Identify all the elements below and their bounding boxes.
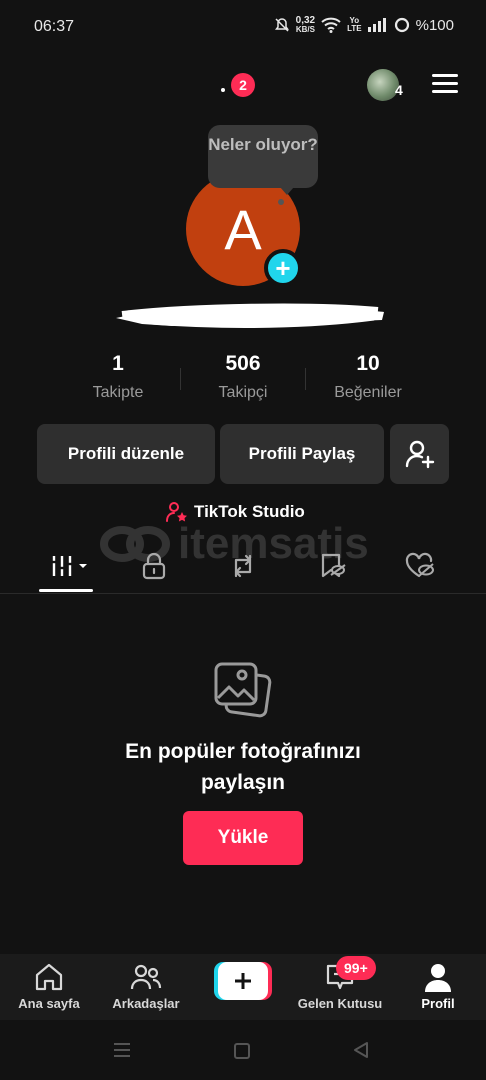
content-tabs (0, 546, 486, 594)
status-time: 06:37 (34, 18, 75, 35)
notification-dot (221, 88, 225, 92)
create-button[interactable] (214, 962, 272, 1000)
battery-icon (394, 17, 409, 33)
signal-icon (367, 18, 386, 32)
tab-favorites[interactable] (312, 550, 352, 582)
empty-state-line2: paylaşın (200, 771, 286, 794)
following-count: 1 (112, 352, 124, 375)
home-square-icon[interactable] (233, 1042, 251, 1060)
heart-hidden-icon (405, 552, 434, 578)
add-story-button[interactable]: + (264, 249, 302, 287)
active-tab-indicator (39, 589, 93, 592)
upload-button[interactable]: Yükle (183, 811, 303, 865)
bookmark-hidden-icon (321, 553, 346, 578)
volte-indicator: Yo LTE (347, 17, 362, 33)
status-icons: 0,32 KB/S Yo LTE %100 (274, 16, 454, 34)
volte-bottom: LTE (347, 24, 362, 33)
recent-apps-icon[interactable] (112, 1042, 132, 1058)
stat-divider (305, 368, 306, 390)
status-bar: 06:37 0,32 KB/S Yo LTE %100 (0, 0, 486, 56)
nav-profile[interactable]: Profil (388, 962, 486, 1011)
status-tooltip[interactable]: Neler oluyor? (208, 125, 318, 195)
nav-home[interactable]: Ana sayfa (0, 962, 99, 1011)
tab-videos[interactable] (46, 550, 92, 582)
stat-divider (180, 368, 181, 390)
likes-label: Beğeniler (334, 384, 402, 401)
network-speed-unit: KB/S (295, 25, 315, 34)
back-icon[interactable] (352, 1041, 370, 1059)
add-friends-button[interactable] (390, 424, 449, 484)
tab-private[interactable] (134, 550, 174, 582)
add-person-icon (405, 440, 434, 469)
menu-icon[interactable] (432, 74, 458, 94)
likes-count: 10 (356, 352, 380, 375)
tab-liked[interactable] (400, 550, 440, 582)
profile-icon (425, 964, 451, 992)
account-count: 4 (395, 82, 403, 98)
edit-profile-button[interactable]: Profili düzenle (37, 424, 215, 484)
photos-icon (214, 662, 272, 718)
grid-filter-icon (51, 556, 87, 576)
system-navigation-bar (0, 1020, 486, 1080)
following-stat[interactable]: 1 Takipte (58, 352, 178, 402)
empty-state-line1: En popüler fotoğrafınızı (125, 740, 361, 763)
lock-icon (142, 552, 166, 580)
nav-profile-label: Profil (421, 996, 455, 1011)
repost-icon (234, 554, 252, 578)
tab-reposts[interactable] (223, 550, 263, 582)
followers-label: Takipçi (218, 384, 268, 401)
bottom-navigation: Ana sayfa Arkadaşlar Gelen Kutusu 99+ Pr… (0, 954, 486, 1020)
tooltip-dot (278, 199, 284, 205)
nav-friends[interactable]: Arkadaşlar (96, 962, 196, 1011)
mute-bell-icon (274, 18, 289, 32)
likes-stat[interactable]: 10 Beğeniler (308, 352, 428, 402)
top-bar: 2 4 (0, 60, 486, 110)
battery-level: %100 (415, 16, 454, 34)
notification-badge[interactable]: 2 (231, 73, 255, 97)
friends-icon (130, 964, 162, 990)
profile-stats: 1 Takipte 506 Takipçi 10 Beğeniler (0, 352, 486, 412)
nav-home-label: Ana sayfa (18, 996, 80, 1011)
home-icon (35, 963, 63, 991)
network-speed: 0,32 KB/S (296, 16, 315, 34)
followers-stat[interactable]: 506 Takipçi (183, 352, 303, 402)
inbox-badge: 99+ (336, 956, 376, 980)
avatar-letter: A (224, 197, 262, 261)
followers-count: 506 (225, 352, 261, 375)
following-label: Takipte (92, 384, 144, 401)
nav-inbox-label: Gelen Kutusu (297, 996, 383, 1011)
empty-state-message: En popüler fotoğrafınızı paylaşın (0, 736, 486, 798)
nav-friends-label: Arkadaşlar (112, 996, 180, 1011)
share-profile-button[interactable]: Profili Paylaş (220, 424, 384, 484)
wifi-icon (321, 17, 341, 33)
username-redaction (116, 303, 384, 328)
